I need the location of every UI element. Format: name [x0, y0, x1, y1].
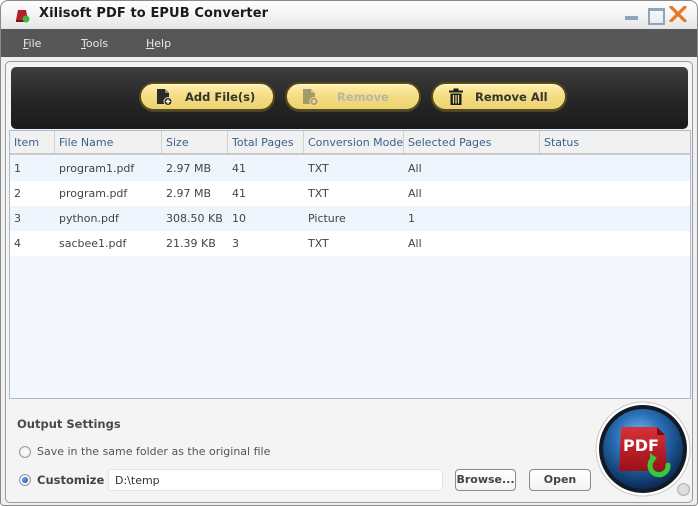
- cell-file-name: python.pdf: [59, 212, 119, 225]
- open-folder-button[interactable]: Open: [529, 469, 591, 491]
- remove-button[interactable]: Remove: [285, 82, 421, 111]
- cell-conversion-mode[interactable]: TXT: [308, 162, 329, 175]
- cell-conversion-mode[interactable]: TXT: [308, 237, 329, 250]
- column-header-item[interactable]: Item: [10, 131, 55, 153]
- output-path-input[interactable]: [108, 469, 443, 491]
- customize-radio[interactable]: [19, 474, 31, 486]
- title-bar[interactable]: Xilisoft PDF to EPUB Converter: [1, 1, 697, 29]
- cell-conversion-mode[interactable]: Picture: [308, 212, 346, 225]
- app-logo-icon: [16, 10, 30, 23]
- table-row[interactable]: 4 sacbee1.pdf 21.39 KB 3 TXT All: [10, 231, 690, 256]
- column-header-status[interactable]: Status: [540, 131, 690, 153]
- menu-tools[interactable]: Tools: [81, 37, 108, 50]
- same-folder-radio[interactable]: [19, 446, 31, 458]
- column-header-file-name[interactable]: File Name: [55, 131, 162, 153]
- cell-size: 21.39 KB: [166, 237, 216, 250]
- menu-bar: File Tools Help: [1, 29, 697, 57]
- cell-total-pages: 41: [232, 162, 246, 175]
- cell-selected-pages[interactable]: All: [408, 237, 422, 250]
- cell-total-pages: 10: [232, 212, 246, 225]
- cell-file-name: program.pdf: [59, 187, 128, 200]
- cell-total-pages: 41: [232, 187, 246, 200]
- cell-file-name: sacbee1.pdf: [59, 237, 127, 250]
- remove-file-icon: [303, 89, 319, 106]
- cell-item: 3: [14, 212, 21, 225]
- column-header-size[interactable]: Size: [162, 131, 228, 153]
- cell-size: 2.97 MB: [166, 187, 212, 200]
- convert-button-pdf-label: PDF: [623, 436, 659, 455]
- app-window: Xilisoft PDF to EPUB Converter File Tool…: [0, 0, 698, 506]
- remove-all-button[interactable]: Remove All: [431, 82, 567, 111]
- cell-item: 1: [14, 162, 21, 175]
- menu-file[interactable]: File: [23, 37, 41, 50]
- cell-file-name: program1.pdf: [59, 162, 135, 175]
- menu-help-label: elp: [154, 37, 172, 50]
- minimize-button[interactable]: [623, 6, 641, 22]
- browse-button[interactable]: Browse...: [455, 469, 516, 491]
- add-files-label: Add File(s): [185, 90, 256, 104]
- trash-icon: [449, 88, 463, 105]
- remove-all-label: Remove All: [475, 90, 548, 104]
- table-row[interactable]: 2 program.pdf 2.97 MB 41 TXT All: [10, 181, 690, 206]
- cell-size: 308.50 KB: [166, 212, 223, 225]
- resize-grip[interactable]: [677, 483, 690, 496]
- file-list-table[interactable]: Item File Name Size Total Pages Conversi…: [9, 130, 691, 399]
- add-files-button[interactable]: Add File(s): [139, 82, 275, 111]
- cell-selected-pages[interactable]: All: [408, 187, 422, 200]
- convert-button[interactable]: PDF: [595, 401, 691, 497]
- window-title: Xilisoft PDF to EPUB Converter: [39, 6, 269, 21]
- menu-help[interactable]: Help: [146, 37, 171, 50]
- cell-item: 4: [14, 237, 21, 250]
- output-settings-title: Output Settings: [17, 417, 121, 431]
- column-header-selected-pages[interactable]: Selected Pages: [404, 131, 540, 153]
- cell-selected-pages[interactable]: 1: [408, 212, 415, 225]
- cell-selected-pages[interactable]: All: [408, 162, 422, 175]
- toolbar: Add File(s) Remove Remove All: [11, 67, 688, 129]
- cell-conversion-mode[interactable]: TXT: [308, 187, 329, 200]
- menu-tools-label: ools: [85, 37, 109, 50]
- cell-total-pages: 3: [232, 237, 239, 250]
- table-header: Item File Name Size Total Pages Conversi…: [10, 131, 690, 155]
- cell-item: 2: [14, 187, 21, 200]
- column-header-total-pages[interactable]: Total Pages: [228, 131, 304, 153]
- menu-file-label: ile: [28, 37, 42, 50]
- cell-size: 2.97 MB: [166, 162, 212, 175]
- table-row[interactable]: 3 python.pdf 308.50 KB 10 Picture 1: [10, 206, 690, 231]
- add-file-icon: [157, 89, 173, 106]
- table-row[interactable]: 1 program1.pdf 2.97 MB 41 TXT All: [10, 156, 690, 181]
- main-panel: Add File(s) Remove Remove All Item File …: [5, 61, 693, 503]
- same-folder-label[interactable]: Save in the same folder as the original …: [37, 445, 270, 458]
- column-header-conversion-mode[interactable]: Conversion Mode: [304, 131, 404, 153]
- close-button[interactable]: [669, 6, 687, 22]
- remove-label: Remove: [337, 90, 389, 104]
- customize-label[interactable]: Customize: [37, 473, 104, 487]
- maximize-button[interactable]: [646, 6, 665, 25]
